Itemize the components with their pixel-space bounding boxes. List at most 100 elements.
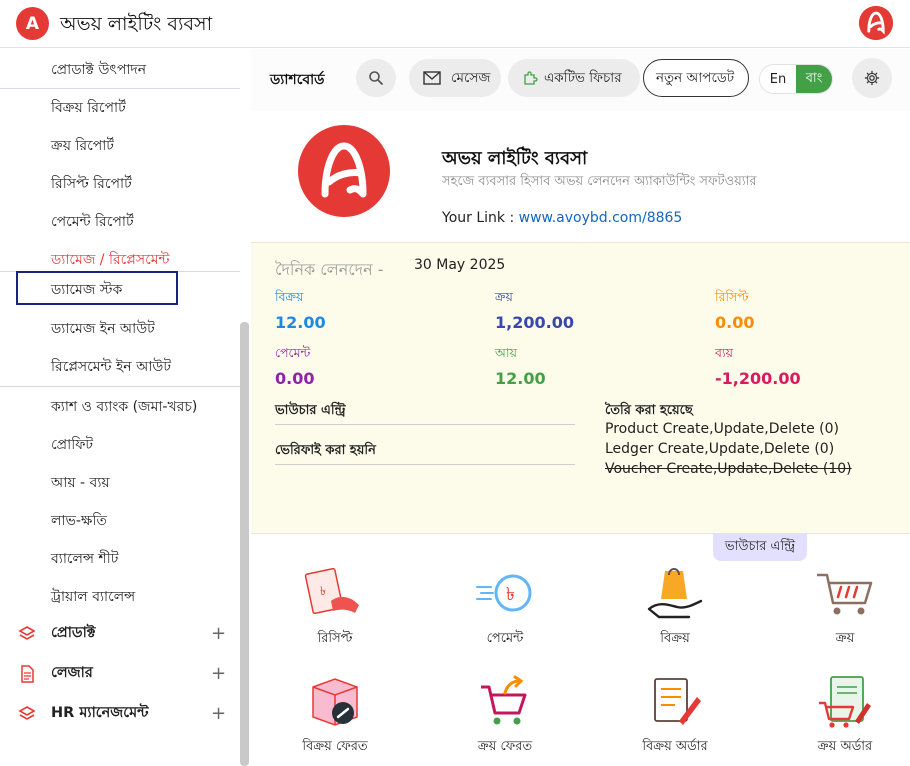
company-tagline: সহজে ব্যবসার হিসাব অভয় লেনদেন অ্যাকাউন্… <box>442 174 757 189</box>
stat-label: রিসিপ্ট <box>715 289 749 304</box>
stat-label: ক্রয় <box>495 289 513 304</box>
company-logo-icon <box>298 125 390 217</box>
search-button[interactable] <box>356 59 396 97</box>
main-content: ড্যাশবোর্ড মেসেজ একটিভ ফিচার নতুন আপডেট … <box>251 49 910 766</box>
stat-label: বিক্রয় <box>275 289 304 304</box>
history-line: Ledger Create,Update,Delete (0) <box>605 441 835 457</box>
quick-label: বিক্রয় অর্ডার <box>642 739 708 754</box>
stat-value: 1,200.00 <box>495 313 574 332</box>
quick-purchase[interactable]: ক্রয় <box>785 565 905 650</box>
quick-purchase-order[interactable]: ক্রয় অর্ডার <box>785 673 905 758</box>
brand-logo-icon[interactable] <box>858 5 894 41</box>
purchase-order-icon <box>819 676 871 728</box>
quick-sale[interactable]: বিক্রয় <box>615 565 735 650</box>
stat-label: পেমেন্ট <box>275 345 311 360</box>
purchase-return-icon <box>481 675 527 725</box>
expand-plus-icon[interactable]: + <box>211 663 226 684</box>
sidebar-item-label: ড্যামেজ ইন আউট <box>51 320 155 337</box>
lang-en-option[interactable]: En <box>760 65 796 93</box>
sidebar-item-product-production[interactable]: প্রোডাক্ট উৎপাদন <box>0 51 240 88</box>
sidebar-item-profit[interactable]: প্রোফিট <box>0 426 240 463</box>
summary-date[interactable]: 30 May 2025 <box>414 257 505 273</box>
stat-expense: ব্যয় -1,200.00 <box>715 345 801 388</box>
active-feature-button[interactable]: একটিভ ফিচার <box>508 59 640 97</box>
sidebar-item-receipt-report[interactable]: রিসিপ্ট রিপোর্ট <box>0 165 240 202</box>
quick-payment[interactable]: ৳ পেমেন্ট <box>445 565 565 650</box>
new-update-label: নতুন আপডেট <box>656 69 735 86</box>
app-badge-letter: A <box>25 13 40 34</box>
new-update-button[interactable]: নতুন আপডেট <box>643 59 749 97</box>
company-link[interactable]: www.avoybd.com/8865 <box>519 210 683 226</box>
quick-label: ক্রয় ফেরত <box>477 739 533 754</box>
nav-dashboard-link[interactable]: ড্যাশবোর্ড <box>270 68 325 92</box>
sidebar-item-cash-bank[interactable]: ক্যাশ ও ব্যাংক (জমা-খরচ) <box>0 388 240 425</box>
quick-sale-return[interactable]: বিক্রয় ফেরত <box>275 673 395 758</box>
company-link-label: Your Link : <box>442 210 519 226</box>
sidebar-item-label: ক্রয় রিপোর্ট <box>51 137 114 154</box>
daily-transactions-label: দৈনিক লেনদেন - <box>275 260 384 279</box>
quick-purchase-return[interactable]: ক্রয় ফেরত <box>445 673 565 758</box>
sidebar: প্রোডাক্ট উৎপাদন বিক্রয় রিপোর্ট ক্রয় র… <box>0 49 240 766</box>
sidebar-item-sales-report[interactable]: বিক্রয় রিপোর্ট <box>0 89 240 126</box>
sidebar-group-hr[interactable]: HR ম্যানেজমেন্ট + <box>0 695 240 732</box>
expand-plus-icon[interactable]: + <box>211 703 226 724</box>
sidebar-group-product[interactable]: প্রোডাক্ট + <box>0 615 240 652</box>
stat-income: আয় 12.00 <box>495 345 546 388</box>
sidebar-item-damage-in-out[interactable]: ড্যামেজ ইন আউট <box>0 310 240 347</box>
company-name: অভয় লাইটিং ব্যবসা <box>442 148 588 169</box>
history-line: Product Create,Update,Delete (0) <box>605 421 840 437</box>
active-feature-label: একটিভ ফিচার <box>544 69 622 86</box>
history-line: Voucher Create,Update,Delete (10) <box>605 461 852 477</box>
selected-item-highlight <box>16 271 178 305</box>
sidebar-item-payment-report[interactable]: পেমেন্ট রিপোর্ট <box>0 203 240 240</box>
quick-label: ক্রয় <box>835 631 855 646</box>
layers-icon <box>18 626 36 640</box>
app-badge[interactable]: A <box>16 7 49 40</box>
quick-label: বিক্রয় ফেরত <box>302 739 368 754</box>
puzzle-icon <box>524 71 538 85</box>
message-button[interactable]: মেসেজ <box>409 59 501 97</box>
sidebar-item-label: পেমেন্ট রিপোর্ট <box>51 213 134 230</box>
sidebar-item-label: আয় - ব্যয় <box>51 474 110 491</box>
not-verified-heading[interactable]: ভেরিফাই করা হয়নি <box>275 441 575 465</box>
sidebar-group-label: প্রোডাক্ট <box>51 624 96 641</box>
receipt-icon: ৳ <box>304 567 359 615</box>
sidebar-item-balance-sheet[interactable]: ব্যালেন্স শীট <box>0 540 240 577</box>
sidebar-item-income-expense[interactable]: আয় - ব্যয় <box>0 464 240 501</box>
sidebar-item-trial-balance[interactable]: ট্রায়াল ব্যালেন্স <box>0 578 240 615</box>
mail-icon <box>423 71 441 85</box>
sidebar-item-label: বিক্রয় রিপোর্ট <box>51 99 126 116</box>
document-icon <box>21 665 34 683</box>
quick-actions: ভাউচার এন্ট্রি ৳ রিসিপ্ট ৳ পেমেন্ট বিক্র… <box>251 533 910 766</box>
sidebar-group-ledger[interactable]: লেজার + <box>0 655 240 692</box>
sidebar-item-label: ট্রায়াল ব্যালেন্স <box>51 588 136 605</box>
stat-value: 0.00 <box>715 313 755 332</box>
voucher-entry-tag[interactable]: ভাউচার এন্ট্রি <box>713 533 807 561</box>
voucher-entry-heading[interactable]: ভাউচার এন্ট্রি <box>275 401 575 425</box>
sidebar-item-label: ব্যালেন্স শীট <box>51 550 119 567</box>
app-title: অভয় লাইটিং ব্যবসা <box>60 13 213 35</box>
lang-bn-option[interactable]: বাং <box>796 65 832 93</box>
sidebar-group-label: লেজার <box>51 664 93 681</box>
company-card: অভয় লাইটিং ব্যবসা সহজে ব্যবসার হিসাব অভ… <box>251 111 910 242</box>
sidebar-item-label: রিপ্লেসমেন্ট ইন আউট <box>51 358 171 375</box>
expand-plus-icon[interactable]: + <box>211 623 226 644</box>
quick-sale-order[interactable]: বিক্রয় অর্ডার <box>615 673 735 758</box>
svg-text:৳: ৳ <box>506 584 515 605</box>
sidebar-item-label: ক্যাশ ও ব্যাংক (জমা-খরচ) <box>51 398 198 415</box>
quick-label: পেমেন্ট <box>486 631 524 646</box>
settings-button[interactable] <box>852 58 892 98</box>
sidebar-item-profit-loss[interactable]: লাভ-ক্ষতি <box>0 502 240 539</box>
sidebar-item-replacement-in-out[interactable]: রিপ্লেসমেন্ট ইন আউট <box>0 348 240 385</box>
quick-receipt[interactable]: ৳ রিসিপ্ট <box>275 565 395 650</box>
sidebar-scrollbar[interactable] <box>240 322 249 766</box>
language-toggle[interactable]: En বাং <box>759 64 833 94</box>
top-bar: A অভয় লাইটিং ব্যবসা <box>0 0 910 48</box>
navbar: ড্যাশবোর্ড মেসেজ একটিভ ফিচার নতুন আপডেট … <box>251 49 910 111</box>
stat-value: -1,200.00 <box>715 369 801 388</box>
sidebar-item-purchase-report[interactable]: ক্রয় রিপোর্ট <box>0 127 240 164</box>
stat-value: 0.00 <box>275 369 315 388</box>
stat-label: ব্যয় <box>715 345 733 360</box>
search-icon <box>369 71 383 85</box>
stat-value: 12.00 <box>495 369 546 388</box>
